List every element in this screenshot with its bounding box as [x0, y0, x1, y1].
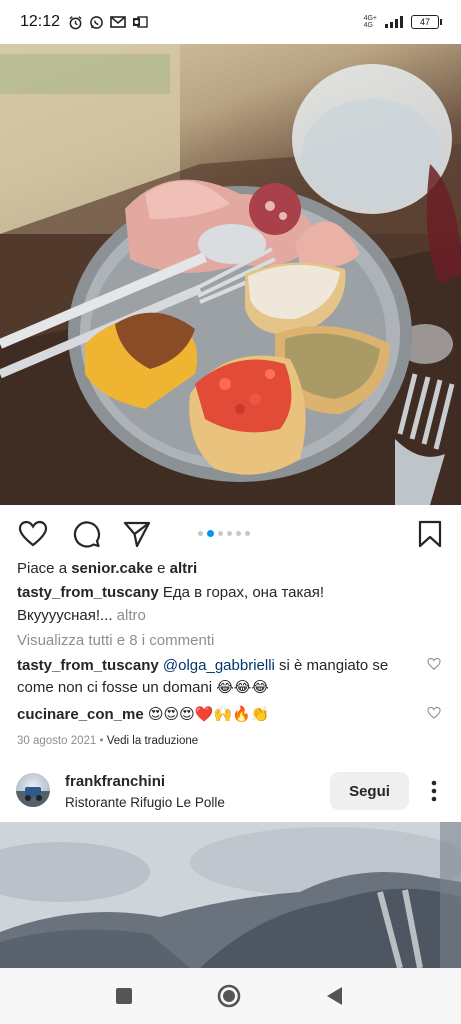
caption-more-link[interactable]: altro	[117, 607, 146, 624]
next-post-username[interactable]: frankfranchini	[65, 772, 165, 792]
comment-2: cucinare_con_me 😍😍😍❤️🙌🔥👏	[17, 705, 270, 725]
likes-others[interactable]: altri	[170, 560, 198, 577]
likes-prefix: Piace a	[17, 560, 72, 577]
battery-icon: 47	[411, 15, 442, 29]
signal-icon	[385, 16, 403, 28]
likes-middle: e	[152, 560, 170, 577]
next-post-location[interactable]: Ristorante Rifugio Le Polle	[65, 793, 225, 813]
more-icon[interactable]	[424, 778, 444, 804]
bookmark-icon[interactable]	[415, 519, 445, 549]
clock: 12:12	[20, 13, 61, 30]
comment-like-icon[interactable]	[427, 706, 441, 720]
caption-text: Еда в горах, она такая!	[162, 584, 325, 601]
likes-line[interactable]: Piace a senior.cake e altri	[17, 559, 197, 579]
carousel-indicator	[198, 530, 250, 537]
carousel-dot-active	[207, 530, 214, 537]
status-bar: 12:12 4G+ 4G 47	[0, 0, 461, 44]
next-post-image[interactable]	[0, 822, 461, 968]
outlook-icon	[133, 16, 148, 28]
nav-home-icon[interactable]	[215, 982, 243, 1010]
likes-user[interactable]: senior.cake	[71, 560, 153, 577]
comment-icon[interactable]	[71, 519, 101, 549]
post-date: 30 agosto 2021	[17, 735, 97, 747]
next-post-header: frankfranchini Ristorante Rifugio Le Pol…	[0, 764, 461, 820]
mountain-photo	[0, 822, 461, 968]
caption-text-2: Вкуууусная!...	[17, 607, 113, 624]
follow-button[interactable]: Segui	[330, 772, 409, 810]
comment-1-line-1: tasty_from_tuscany @olga_gabbrielli si è…	[17, 656, 388, 676]
notification-icons	[68, 15, 148, 30]
comment-like-icon[interactable]	[427, 657, 441, 671]
network-top-label: 4G+	[363, 15, 377, 22]
post-date-line: 30 agosto 2021 • Vedi la traduzione	[17, 731, 198, 751]
carousel-dot	[198, 531, 203, 536]
caption-line-1: tasty_from_tuscany Еда в горах, она така…	[17, 583, 324, 603]
comment-1-mention[interactable]: @olga_gabbrielli	[163, 657, 275, 674]
whatsapp-icon	[90, 15, 103, 29]
comment-1-line-2: come non ci fosse un domani 😂😂😂	[17, 679, 269, 696]
comment-2-text: 😍😍😍❤️🙌🔥👏	[147, 706, 270, 723]
heart-icon[interactable]	[18, 519, 48, 549]
nav-square-icon[interactable]	[110, 982, 138, 1010]
nav-back-icon[interactable]	[320, 982, 348, 1010]
food-photo	[0, 44, 461, 505]
comment-1-username[interactable]: tasty_from_tuscany	[17, 657, 159, 674]
system-nav-bar	[0, 968, 461, 1024]
see-translation-link[interactable]: Vedi la traduzione	[107, 735, 198, 747]
gmail-icon	[110, 16, 126, 28]
post-image[interactable]	[0, 44, 461, 505]
carousel-dot	[218, 531, 223, 536]
date-separator: •	[96, 735, 107, 747]
comment-2-username[interactable]: cucinare_con_me	[17, 706, 144, 723]
battery-level: 47	[419, 17, 430, 27]
avatar[interactable]	[16, 773, 50, 807]
carousel-dot	[245, 531, 250, 536]
caption-line-2: Вкуууусная!... altro	[17, 606, 146, 626]
post-action-bar	[0, 513, 461, 553]
carousel-dot	[227, 531, 232, 536]
alarm-icon	[69, 15, 82, 29]
network-type: 4G+ 4G	[364, 15, 377, 29]
status-right: 4G+ 4G 47	[364, 15, 442, 29]
avatar-image	[16, 787, 50, 807]
view-comments-link[interactable]: Visualizza tutti e 8 i commenti	[17, 631, 214, 651]
status-left: 12:12	[20, 13, 148, 31]
network-bottom-label: 4G	[363, 22, 373, 29]
share-icon[interactable]	[122, 519, 152, 549]
caption-username[interactable]: tasty_from_tuscany	[17, 584, 159, 601]
comment-1-text: si è mangiato se	[279, 657, 389, 674]
carousel-dot	[236, 531, 241, 536]
